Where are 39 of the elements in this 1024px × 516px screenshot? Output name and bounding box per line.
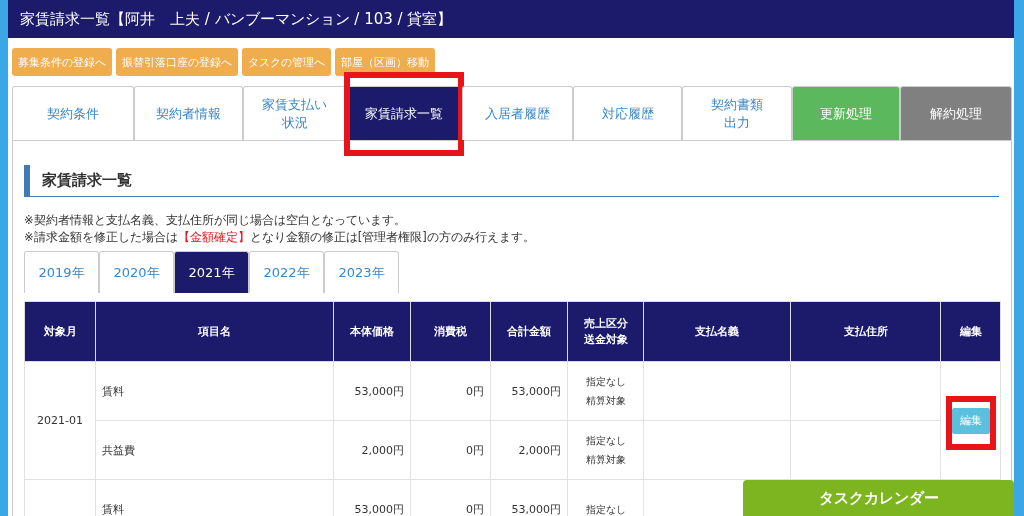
price-cell: 2,000円 (333, 420, 411, 480)
tab[interactable]: 解約処理 (900, 86, 1012, 140)
tab[interactable]: 更新処理 (792, 86, 900, 140)
price-cell: 53,000円 (333, 361, 411, 421)
column-header: 消費税 (410, 301, 491, 362)
tab[interactable]: 契約書類 出力 (682, 86, 792, 140)
column-header: 合計金額 (490, 301, 568, 362)
tax-cell: 0円 (410, 420, 491, 480)
total-cell: 53,000円 (490, 361, 568, 421)
tab[interactable]: 契約条件 (12, 86, 134, 140)
total-cell: 2,000円 (490, 420, 568, 480)
item-name-cell: 共益費 (95, 420, 334, 480)
year-tab[interactable]: 2021年 (174, 251, 249, 293)
tab[interactable]: 対応履歴 (573, 86, 682, 140)
year-tab[interactable]: 2020年 (99, 251, 174, 293)
section-title: 家賃請求一覧 (24, 165, 999, 197)
category-cell: 指定なし 精算対象 (567, 361, 644, 421)
tab[interactable]: 家賃支払い 状況 (243, 86, 346, 140)
column-header: 本体価格 (333, 301, 411, 362)
tab[interactable]: 入居者履歴 (462, 86, 573, 140)
item-name-cell: 賃料 (95, 361, 334, 421)
year-tab[interactable]: 2023年 (324, 251, 399, 293)
edit-button[interactable]: 編集 (951, 407, 990, 434)
tab[interactable]: 契約者情報 (134, 86, 243, 140)
task-calendar-button[interactable]: タスクカレンダー (743, 480, 1014, 516)
column-header: 売上区分 送金対象 (567, 301, 644, 362)
tax-cell: 0円 (410, 361, 491, 421)
note-text: ※契約者情報と支払名義、支払住所が同じ場合は空白となっています。 (24, 213, 407, 228)
month-cell: 2021-01 (24, 361, 96, 480)
column-header: 対象月 (24, 301, 96, 362)
column-header: 支払名義 (643, 301, 791, 362)
column-header: 支払住所 (790, 301, 941, 362)
category-cell: 指定なし 精算対象 (567, 420, 644, 480)
year-tab[interactable]: 2019年 (24, 251, 99, 293)
year-tab[interactable]: 2022年 (249, 251, 324, 293)
page-title: 家賃請求一覧【阿井 上夫 / バンブーマンション / 103 / 貸室】 (8, 0, 1014, 38)
column-header: 項目名 (95, 301, 334, 362)
note-text: ※請求金額を修正した場合は【金額確定】となり金額の修正は[管理者権限]の方のみ行えます。 (24, 230, 536, 245)
column-header: 編集 (940, 301, 1001, 362)
